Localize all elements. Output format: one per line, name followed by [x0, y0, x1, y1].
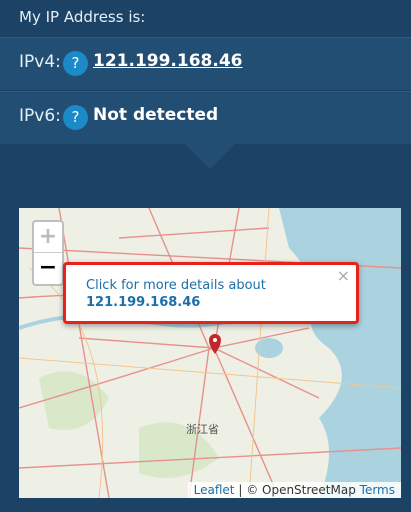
- ipv6-row: IPv6: ? Not detected: [0, 91, 411, 144]
- zoom-out-button[interactable]: −: [34, 252, 62, 283]
- ipv6-label: IPv6:: [19, 106, 61, 126]
- close-icon[interactable]: ×: [337, 266, 350, 285]
- zoom-in-button[interactable]: +: [34, 222, 62, 252]
- map-attribution: Leaflet | © OpenStreetMap Terms: [187, 482, 401, 498]
- leaflet-link[interactable]: Leaflet: [194, 483, 235, 497]
- osm-credit: | © OpenStreetMap: [234, 483, 360, 497]
- ipv6-help-icon[interactable]: ?: [63, 105, 88, 130]
- ipv4-label: IPv4:: [19, 52, 61, 72]
- row-pointer-arrow: [184, 143, 236, 169]
- popup-ip: 121.199.168.46: [86, 295, 201, 310]
- terms-link[interactable]: Terms: [360, 483, 395, 497]
- popup-text[interactable]: Click for more details about 121.199.168…: [86, 277, 266, 311]
- ipv4-help-icon[interactable]: ?: [63, 51, 88, 76]
- map-view[interactable]: + − 浙江省 Leaflet | © OpenStreetMap Terms: [19, 208, 401, 498]
- ipv6-value: Not detected: [93, 105, 219, 125]
- title-label: My IP Address is:: [19, 8, 146, 26]
- ipv4-row: IPv4: ? 121.199.168.46: [0, 37, 411, 90]
- map-tiles: [19, 208, 401, 498]
- map-popup[interactable]: × Click for more details about 121.199.1…: [63, 262, 359, 324]
- ipv4-address-link[interactable]: 121.199.168.46: [93, 51, 243, 71]
- province-label: 浙江省: [186, 423, 219, 436]
- popup-message: Click for more details about: [86, 278, 266, 293]
- zoom-control: + −: [32, 220, 64, 286]
